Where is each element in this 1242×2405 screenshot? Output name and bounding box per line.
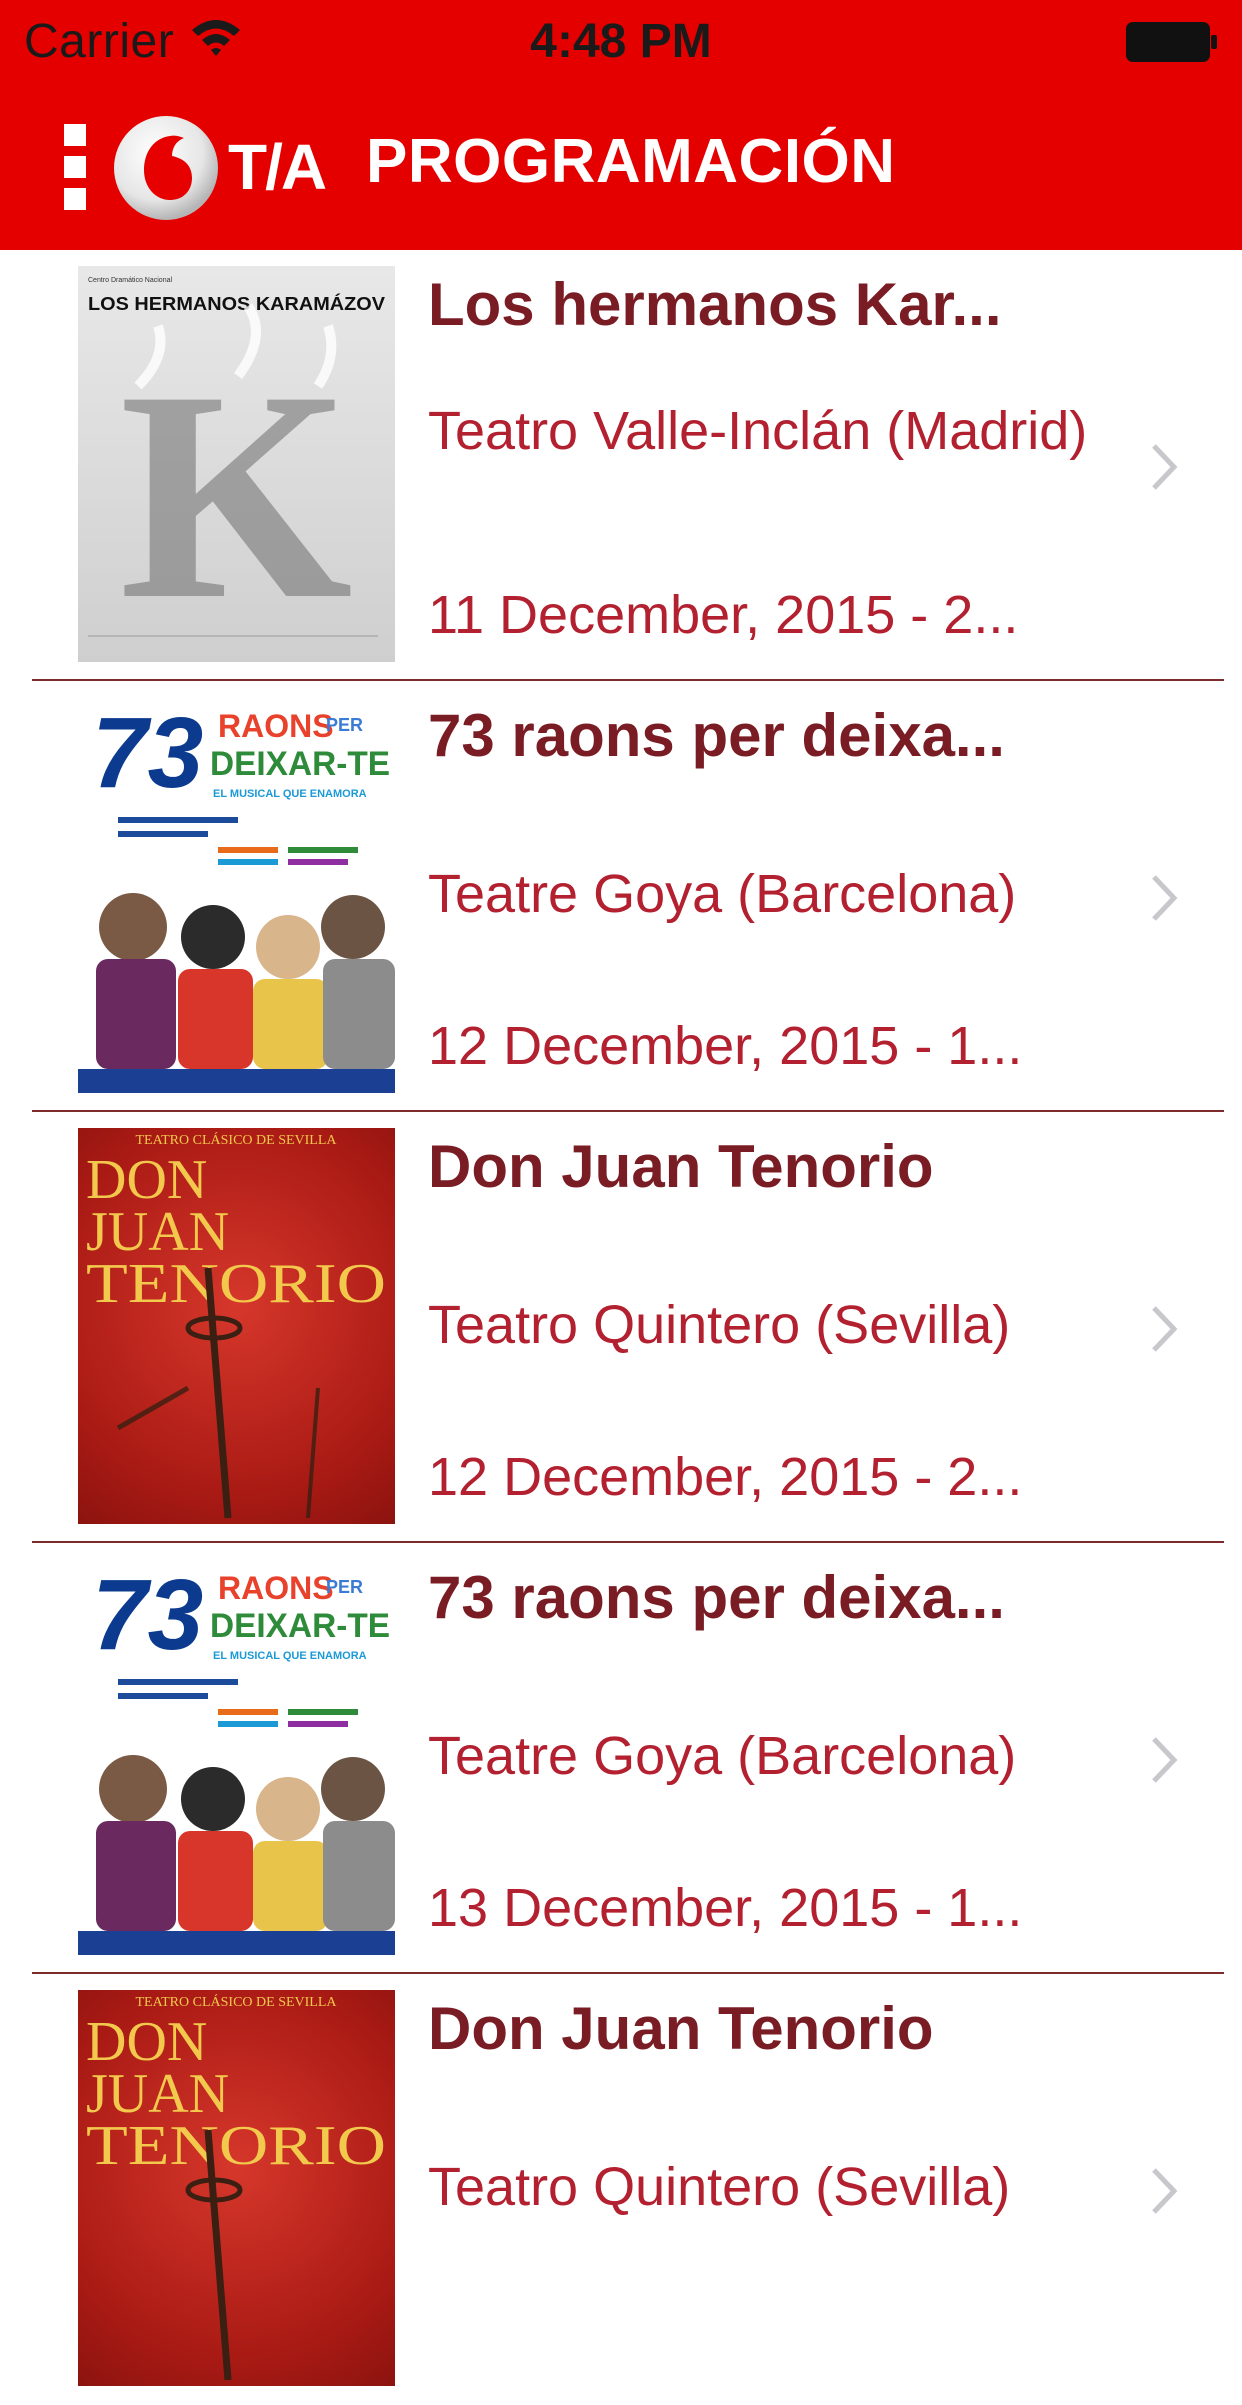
event-poster-image: 73 RAONS PER DEIXAR-TE EL MUSICAL QUE EN… [78, 1559, 395, 1955]
event-row[interactable]: 73 RAONS PER DEIXAR-TE EL MUSICAL QUE EN… [0, 1543, 1242, 1974]
event-poster-image: 73 RAONS PER DEIXAR-TE EL MUSICAL QUE EN… [78, 697, 395, 1093]
event-title: 73 raons per deixa... [428, 702, 1005, 769]
status-time: 4:48 PM [530, 15, 712, 68]
event-poster-image: TEATRO CLÁSICO DE SEVILLA DON JUAN TENOR… [78, 1128, 395, 1524]
poster-tagline: EL MUSICAL QUE ENAMORA [213, 1650, 367, 1662]
poster-heading: LOS HERMANOS KARAMÁZOV [88, 293, 385, 314]
event-venue: Teatro Quintero (Sevilla) [428, 2157, 1011, 2217]
event-date: 11 December, 2015 - 2... [428, 585, 1019, 645]
poster-word2: DEIXAR-TE [210, 745, 390, 783]
event-title: Don Juan Tenorio [428, 1995, 934, 2062]
event-row[interactable]: TEATRO CLÁSICO DE SEVILLA DON JUAN TENOR… [0, 1974, 1242, 2405]
event-row[interactable]: Centro Dramático Nacional LOS HERMANOS K… [0, 250, 1242, 681]
navigation-bar: T/A PROGRAMACIÓN [0, 82, 1242, 250]
event-row[interactable]: 73 RAONS PER DEIXAR-TE EL MUSICAL QUE EN… [0, 681, 1242, 1112]
menu-button[interactable] [64, 124, 94, 210]
chevron-right-icon [1152, 1737, 1178, 1783]
poster-company: TEATRO CLÁSICO DE SEVILLA [135, 1131, 337, 1148]
menu-dot-icon [64, 124, 86, 146]
poster-word1: RAONS [218, 1570, 334, 1606]
event-venue: Teatro Valle-Inclán (Madrid) [428, 401, 1088, 461]
event-title: 73 raons per deixa... [428, 1564, 1005, 1631]
event-date: 12 December, 2015 - 1... [428, 1016, 1023, 1076]
chevron-right-icon [1152, 444, 1178, 490]
menu-dot-icon [64, 156, 86, 178]
karamazov-poster-art: Centro Dramático Nacional LOS HERMANOS K… [88, 277, 385, 661]
goya-poster-art: 73 RAONS PER DEIXAR-TE EL MUSICAL QUE EN… [78, 697, 395, 1093]
page-title: PROGRAMACIÓN [366, 127, 896, 196]
poster-line3: TENORIO [86, 1253, 386, 1315]
poster-tagline: EL MUSICAL QUE ENAMORA [213, 788, 367, 800]
app-header: Carrier 4:48 PM T/A PROGRAMACIÓN [0, 0, 1242, 250]
battery-icon [1126, 22, 1217, 62]
poster-word-per: PER [326, 1577, 363, 1597]
donjuan-poster-art: TEATRO CLÁSICO DE SEVILLA DON JUAN TENOR… [86, 1131, 386, 1519]
event-poster-image: TEATRO CLÁSICO DE SEVILLA DON JUAN TENOR… [78, 1990, 395, 2386]
event-list: Centro Dramático Nacional LOS HERMANOS K… [0, 250, 1242, 2405]
event-venue: Teatre Goya (Barcelona) [428, 1726, 1017, 1786]
chevron-right-icon [1152, 2168, 1178, 2214]
event-venue: Teatre Goya (Barcelona) [428, 864, 1017, 924]
goya-poster-art: 73 RAONS PER DEIXAR-TE EL MUSICAL QUE EN… [78, 1559, 395, 1955]
event-date: 13 December, 2015 - 1... [428, 1878, 1023, 1938]
chevron-right-icon [1152, 875, 1178, 921]
poster-line3: TENORIO [86, 2115, 386, 2177]
poster-number: 73 [92, 697, 203, 809]
poster-company: TEATRO CLÁSICO DE SEVILLA [135, 1993, 337, 2010]
event-venue: Teatro Quintero (Sevilla) [428, 1295, 1011, 1355]
event-row[interactable]: TEATRO CLÁSICO DE SEVILLA DON JUAN TENOR… [0, 1112, 1242, 1543]
event-title: Los hermanos Kar... [428, 271, 1002, 338]
chevron-right-icon [1152, 1306, 1178, 1352]
donjuan-poster-art: TEATRO CLÁSICO DE SEVILLA DON JUAN TENOR… [86, 1993, 386, 2381]
menu-dot-icon [64, 188, 86, 210]
event-date: 12 December, 2015 - 2... [428, 1447, 1023, 1507]
poster-org: Centro Dramático Nacional [88, 277, 172, 284]
poster-word1: RAONS [218, 708, 334, 744]
poster-number: 73 [92, 1559, 203, 1671]
event-title: Don Juan Tenorio [428, 1133, 934, 1200]
poster-word2: DEIXAR-TE [210, 1607, 390, 1645]
event-poster-image: Centro Dramático Nacional LOS HERMANOS K… [78, 266, 395, 662]
poster-word-per: PER [326, 715, 363, 735]
vodafone-logo-icon [114, 116, 218, 220]
status-bar: Carrier 4:48 PM [0, 0, 1242, 82]
brand-logo-text: T/A [228, 131, 327, 203]
